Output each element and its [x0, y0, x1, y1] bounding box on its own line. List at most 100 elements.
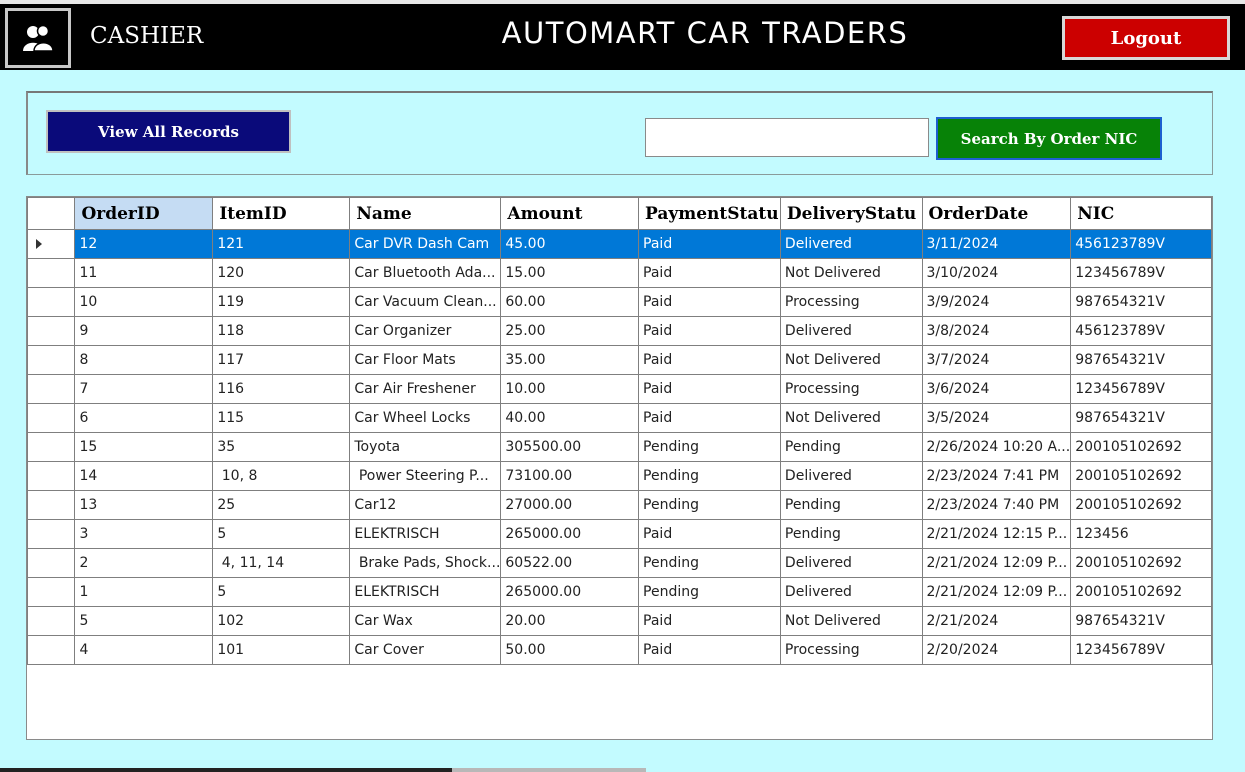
table-row[interactable]: 9 118 Car Organizer 25.00 Paid Delivered 3/8/2…	[27, 316, 1212, 346]
cell-orderdate[interactable]: 2/26/2024 10:20 A...	[921, 432, 1072, 462]
logout-button[interactable]: Logout	[1062, 16, 1230, 60]
cell-itemid[interactable]: 118	[212, 316, 351, 346]
cell-name[interactable]: Toyota	[349, 432, 502, 462]
cell-deliverystatus[interactable]: Not Delivered	[779, 606, 923, 636]
cell-amount[interactable]: 265000.00	[500, 519, 640, 549]
table-row[interactable]: 2 4, 11, 14 Brake Pads, Shock... 60522.00…	[27, 548, 1212, 578]
cell-nic[interactable]: 200105102692	[1070, 577, 1212, 607]
cell-nic[interactable]: 200105102692	[1070, 490, 1212, 520]
cell-orderdate[interactable]: 2/21/2024 12:09 P...	[921, 548, 1072, 578]
cell-deliverystatus[interactable]: Processing	[779, 374, 923, 404]
cell-amount[interactable]: 20.00	[500, 606, 640, 636]
cell-paymentstatus[interactable]: Paid	[638, 635, 781, 665]
cell-paymentstatus[interactable]: Pending	[638, 461, 781, 491]
column-header-nic[interactable]: NIC	[1070, 197, 1212, 230]
cell-deliverystatus[interactable]: Delivered	[779, 229, 923, 259]
table-row[interactable]: 12 121 Car DVR Dash Cam 45.00 Paid Delivered 3…	[27, 229, 1212, 259]
row-header[interactable]	[27, 548, 76, 578]
cell-amount[interactable]: 25.00	[500, 316, 640, 346]
cell-itemid[interactable]: 119	[212, 287, 351, 317]
cell-orderid[interactable]: 9	[74, 316, 214, 346]
cell-deliverystatus[interactable]: Delivered	[779, 548, 923, 578]
row-header[interactable]	[27, 635, 76, 665]
cell-nic[interactable]: 200105102692	[1070, 432, 1212, 462]
column-header-orderid[interactable]: OrderID	[74, 197, 214, 230]
cell-paymentstatus[interactable]: Paid	[638, 345, 781, 375]
cell-orderdate[interactable]: 2/21/2024 12:15 P...	[921, 519, 1072, 549]
row-header[interactable]	[27, 577, 76, 607]
cell-itemid[interactable]: 120	[212, 258, 351, 288]
cell-nic[interactable]: 123456789V	[1070, 374, 1212, 404]
cell-itemid[interactable]: 35	[212, 432, 351, 462]
row-header[interactable]	[27, 403, 76, 433]
cell-orderdate[interactable]: 2/20/2024	[921, 635, 1072, 665]
cell-orderid[interactable]: 11	[74, 258, 214, 288]
cell-orderid[interactable]: 6	[74, 403, 214, 433]
cell-orderid[interactable]: 12	[74, 229, 214, 259]
cell-amount[interactable]: 35.00	[500, 345, 640, 375]
cell-orderid[interactable]: 1	[74, 577, 214, 607]
cell-nic[interactable]: 200105102692	[1070, 461, 1212, 491]
cell-itemid[interactable]: 102	[212, 606, 351, 636]
cell-amount[interactable]: 40.00	[500, 403, 640, 433]
table-row[interactable]: 8 117 Car Floor Mats 35.00 Paid Not Delivered…	[27, 345, 1212, 375]
cell-name[interactable]: Power Steering P...	[349, 461, 502, 491]
row-header[interactable]	[27, 229, 76, 259]
cell-orderid[interactable]: 4	[74, 635, 214, 665]
cell-orderdate[interactable]: 3/11/2024	[921, 229, 1072, 259]
cell-itemid[interactable]: 115	[212, 403, 351, 433]
cell-orderdate[interactable]: 3/8/2024	[921, 316, 1072, 346]
cell-name[interactable]: Car Bluetooth Ada...	[349, 258, 502, 288]
column-header-paymentstatus[interactable]: PaymentStatu	[638, 197, 781, 230]
table-row[interactable]: 14 10, 8 Power Steering P... 73100.00 Pend…	[27, 461, 1212, 491]
table-row[interactable]: 15 35 Toyota 305500.00 Pending Pending 2/26/20…	[27, 432, 1212, 462]
cell-orderid[interactable]: 7	[74, 374, 214, 404]
cell-name[interactable]: Brake Pads, Shock...	[349, 548, 502, 578]
cell-amount[interactable]: 73100.00	[500, 461, 640, 491]
cell-paymentstatus[interactable]: Paid	[638, 229, 781, 259]
cell-paymentstatus[interactable]: Paid	[638, 519, 781, 549]
cell-itemid[interactable]: 121	[212, 229, 351, 259]
cell-orderdate[interactable]: 2/23/2024 7:41 PM	[921, 461, 1072, 491]
cell-amount[interactable]: 10.00	[500, 374, 640, 404]
column-header-name[interactable]: Name	[349, 197, 502, 230]
cell-amount[interactable]: 50.00	[500, 635, 640, 665]
cell-deliverystatus[interactable]: Pending	[779, 490, 923, 520]
cell-paymentstatus[interactable]: Pending	[638, 490, 781, 520]
cell-name[interactable]: Car Cover	[349, 635, 502, 665]
cell-deliverystatus[interactable]: Not Delivered	[779, 258, 923, 288]
column-header-itemid[interactable]: ItemID	[212, 197, 351, 230]
cell-orderid[interactable]: 3	[74, 519, 214, 549]
table-row[interactable]: 13 25 Car12 27000.00 Pending Pending 2/23/2024…	[27, 490, 1212, 520]
cell-nic[interactable]: 123456	[1070, 519, 1212, 549]
row-header[interactable]	[27, 606, 76, 636]
cell-itemid[interactable]: 5	[212, 519, 351, 549]
cell-nic[interactable]: 123456789V	[1070, 635, 1212, 665]
table-row[interactable]: 6 115 Car Wheel Locks 40.00 Paid Not Delivere…	[27, 403, 1212, 433]
cell-itemid[interactable]: 25	[212, 490, 351, 520]
cell-name[interactable]: Car DVR Dash Cam	[349, 229, 502, 259]
cell-name[interactable]: Car12	[349, 490, 502, 520]
cell-amount[interactable]: 15.00	[500, 258, 640, 288]
cell-orderdate[interactable]: 2/21/2024 12:09 P...	[921, 577, 1072, 607]
row-header[interactable]	[27, 461, 76, 491]
table-row[interactable]: 3 5 ELEKTRISCH 265000.00 Paid Pending 2/21/202…	[27, 519, 1212, 549]
cell-name[interactable]: Car Wheel Locks	[349, 403, 502, 433]
table-row[interactable]: 1 5 ELEKTRISCH 265000.00 Pending Delivered 2/2…	[27, 577, 1212, 607]
cell-deliverystatus[interactable]: Delivered	[779, 316, 923, 346]
cell-paymentstatus[interactable]: Paid	[638, 258, 781, 288]
cell-nic[interactable]: 987654321V	[1070, 345, 1212, 375]
cell-nic[interactable]: 123456789V	[1070, 258, 1212, 288]
cell-name[interactable]: ELEKTRISCH	[349, 577, 502, 607]
cell-nic[interactable]: 456123789V	[1070, 229, 1212, 259]
cell-deliverystatus[interactable]: Processing	[779, 287, 923, 317]
cell-orderid[interactable]: 14	[74, 461, 214, 491]
table-row[interactable]: 11 120 Car Bluetooth Ada... 15.00 Paid Not De…	[27, 258, 1212, 288]
cell-paymentstatus[interactable]: Paid	[638, 606, 781, 636]
cell-paymentstatus[interactable]: Paid	[638, 316, 781, 346]
cell-itemid[interactable]: 117	[212, 345, 351, 375]
cell-paymentstatus[interactable]: Pending	[638, 548, 781, 578]
cell-nic[interactable]: 456123789V	[1070, 316, 1212, 346]
cell-name[interactable]: Car Vacuum Clean...	[349, 287, 502, 317]
cell-nic[interactable]: 987654321V	[1070, 403, 1212, 433]
